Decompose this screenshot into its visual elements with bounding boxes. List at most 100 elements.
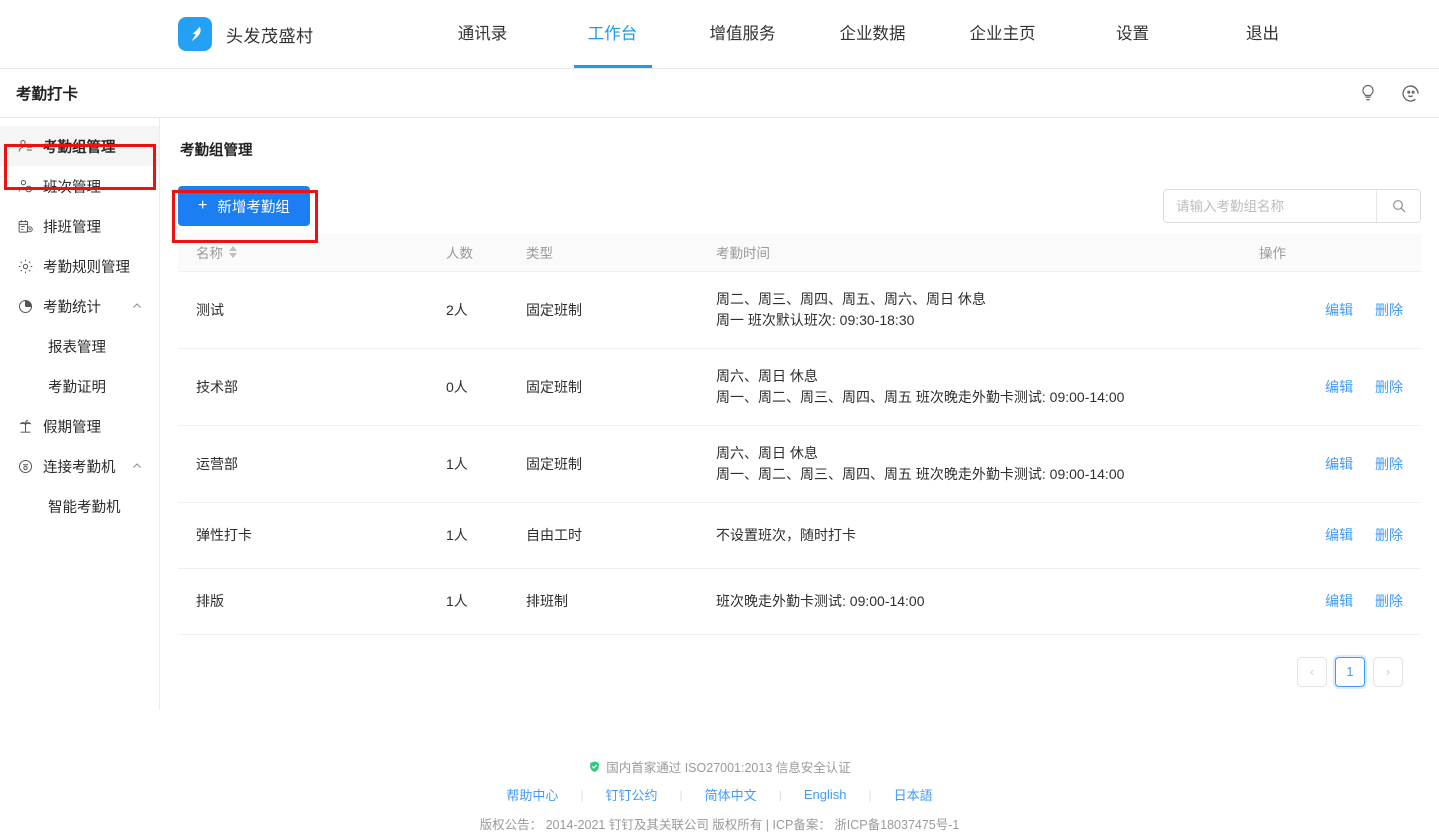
column-header-label: 名称 <box>196 242 223 262</box>
table-row: 测试 2人 固定班制 周二、周三、周四、周五、周六、周日 休息 周一 班次默认班… <box>178 271 1421 348</box>
attendance-group-table: 名称 人数 类型 考勤时间 操作 测试 2人 固定班 <box>178 234 1421 635</box>
pagination-prev-button[interactable]: ‹ <box>1297 657 1327 687</box>
footer-link-english[interactable]: English <box>782 787 869 802</box>
nav-item-contacts[interactable]: 通讯录 <box>418 0 548 68</box>
attendance-time-line: 周一、周二、周三、周四、周五 班次晚走外勤卡测试: 09:00-14:00 <box>716 464 1241 485</box>
attendance-time-line: 不设置班次，随时打卡 <box>716 525 1241 546</box>
top-navigation-bar: 头发茂盛村 通讯录 工作台 增值服务 企业数据 企业主页 设置 退出 <box>0 0 1439 69</box>
sidebar-item-connect-attendance-machine[interactable]: 连接考勤机 <box>0 446 159 486</box>
column-header-attendance-time: 考勤时间 <box>698 234 1241 271</box>
dingtalk-logo-icon <box>178 17 212 51</box>
footer-links: 帮助中心 | 钉钉公约 | 简体中文 | English | 日本語 <box>0 785 1439 804</box>
edit-link[interactable]: 编辑 <box>1325 456 1353 472</box>
customer-service-icon[interactable] <box>1400 83 1421 104</box>
nav-item-enterprise-home[interactable]: 企业主页 <box>938 0 1068 68</box>
cell-group-name: 运营部 <box>178 425 428 502</box>
sidebar-item-shift-management[interactable]: 班次管理 <box>0 166 159 206</box>
cell-operations: 编辑 删除 <box>1241 502 1421 568</box>
certification-notice: 国内首家通过 ISO27001:2013 信息安全认证 <box>0 757 1439 776</box>
nav-items: 通讯录 工作台 增值服务 企业数据 企业主页 设置 退出 <box>418 0 1328 68</box>
sidebar-item-label: 考勤证明 <box>48 376 106 397</box>
pagination: ‹ 1 › <box>178 635 1421 687</box>
edit-link[interactable]: 编辑 <box>1325 593 1353 609</box>
cell-attendance-time: 周二、周三、周四、周五、周六、周日 休息 周一 班次默认班次: 09:30-18… <box>698 271 1241 348</box>
edit-link[interactable]: 编辑 <box>1325 379 1353 395</box>
delete-link[interactable]: 删除 <box>1375 593 1403 609</box>
search-icon[interactable] <box>1376 190 1420 222</box>
nav-item-label: 退出 <box>1246 20 1279 44</box>
chevron-up-icon[interactable] <box>131 460 143 472</box>
edit-link[interactable]: 编辑 <box>1325 302 1353 318</box>
cell-type: 排班制 <box>508 568 698 634</box>
gear-icon <box>16 257 34 275</box>
delete-link[interactable]: 删除 <box>1375 527 1403 543</box>
column-header-name[interactable]: 名称 <box>178 234 428 271</box>
sidebar: 考勤组管理 班次管理 排班管 <box>0 118 160 710</box>
cell-attendance-time: 周六、周日 休息 周一、周二、周三、周四、周五 班次晚走外勤卡测试: 09:00… <box>698 348 1241 425</box>
nav-item-label: 企业主页 <box>970 20 1036 44</box>
table-row: 排版 1人 排班制 班次晚走外勤卡测试: 09:00-14:00 编辑 删除 <box>178 568 1421 634</box>
page-header-bar: 考勤打卡 <box>0 69 1439 118</box>
search-input[interactable] <box>1164 190 1376 222</box>
cell-people-count: 1人 <box>428 425 508 502</box>
footer-link-japanese[interactable]: 日本語 <box>872 785 955 804</box>
attendance-time-line: 周一 班次默认班次: 09:30-18:30 <box>716 310 1241 331</box>
cell-type: 自由工时 <box>508 502 698 568</box>
nav-item-settings[interactable]: 设置 <box>1068 0 1198 68</box>
cell-group-name: 技术部 <box>178 348 428 425</box>
footer-link-help-center[interactable]: 帮助中心 <box>484 785 580 804</box>
nav-item-value-added-services[interactable]: 增值服务 <box>678 0 808 68</box>
plus-icon: + <box>198 198 207 214</box>
table-row: 运营部 1人 固定班制 周六、周日 休息 周一、周二、周三、周四、周五 班次晚走… <box>178 425 1421 502</box>
sort-arrows-icon[interactable] <box>229 246 237 258</box>
sidebar-item-label: 排班管理 <box>43 216 101 237</box>
attendance-time-line: 周二、周三、周四、周五、周六、周日 休息 <box>716 289 1241 310</box>
nav-item-logout[interactable]: 退出 <box>1198 0 1328 68</box>
brand-name: 头发茂盛村 <box>226 22 314 47</box>
nav-item-label: 企业数据 <box>840 20 906 44</box>
nav-item-label: 增值服务 <box>710 20 776 44</box>
cell-group-name: 测试 <box>178 271 428 348</box>
shield-check-icon <box>588 760 601 773</box>
delete-link[interactable]: 删除 <box>1375 379 1403 395</box>
attendance-time-line: 周一、周二、周三、周四、周五 班次晚走外勤卡测试: 09:00-14:00 <box>716 387 1241 408</box>
shift-person-icon <box>16 177 34 195</box>
pagination-page-1[interactable]: 1 <box>1335 657 1365 687</box>
cell-attendance-time: 班次晚走外勤卡测试: 09:00-14:00 <box>698 568 1241 634</box>
search-box <box>1163 189 1421 223</box>
nav-item-workbench[interactable]: 工作台 <box>548 0 678 68</box>
lightbulb-icon[interactable] <box>1358 83 1378 103</box>
footer-link-simplified-chinese[interactable]: 简体中文 <box>683 785 779 804</box>
attendance-group-icon <box>16 137 34 155</box>
nav-item-label: 设置 <box>1116 20 1149 44</box>
edit-link[interactable]: 编辑 <box>1325 527 1353 543</box>
toolbar: + 新增考勤组 <box>178 178 1421 234</box>
sidebar-item-label: 班次管理 <box>43 176 101 197</box>
cell-operations: 编辑 删除 <box>1241 271 1421 348</box>
attendance-time-line: 周六、周日 休息 <box>716 443 1241 464</box>
cell-operations: 编辑 删除 <box>1241 348 1421 425</box>
page-layout: 考勤组管理 班次管理 排班管 <box>0 118 1439 710</box>
cell-type: 固定班制 <box>508 348 698 425</box>
cell-type: 固定班制 <box>508 271 698 348</box>
delete-link[interactable]: 删除 <box>1375 456 1403 472</box>
nav-item-enterprise-data[interactable]: 企业数据 <box>808 0 938 68</box>
footer-link-dingtalk-convention[interactable]: 钉钉公约 <box>584 785 680 804</box>
sidebar-item-attendance-statistics[interactable]: 考勤统计 <box>0 286 159 326</box>
sidebar-item-attendance-certificate[interactable]: 考勤证明 <box>0 366 159 406</box>
sidebar-item-attendance-group[interactable]: 考勤组管理 <box>0 126 159 166</box>
sidebar-item-attendance-rules[interactable]: 考勤规则管理 <box>0 246 159 286</box>
pagination-next-button[interactable]: › <box>1373 657 1403 687</box>
nav-item-label: 通讯录 <box>458 20 508 44</box>
add-attendance-group-button[interactable]: + 新增考勤组 <box>178 186 310 226</box>
chevron-up-icon[interactable] <box>131 300 143 312</box>
table-row: 技术部 0人 固定班制 周六、周日 休息 周一、周二、周三、周四、周五 班次晚走… <box>178 348 1421 425</box>
table-header: 名称 人数 类型 考勤时间 操作 <box>178 234 1421 271</box>
table-row: 弹性打卡 1人 自由工时 不设置班次，随时打卡 编辑 删除 <box>178 502 1421 568</box>
sidebar-item-schedule-management[interactable]: 排班管理 <box>0 206 159 246</box>
sidebar-item-report-management[interactable]: 报表管理 <box>0 326 159 366</box>
page-header-actions <box>1358 69 1421 117</box>
delete-link[interactable]: 删除 <box>1375 302 1403 318</box>
sidebar-item-holiday-management[interactable]: 假期管理 <box>0 406 159 446</box>
sidebar-item-smart-attendance-machine[interactable]: 智能考勤机 <box>0 486 159 526</box>
